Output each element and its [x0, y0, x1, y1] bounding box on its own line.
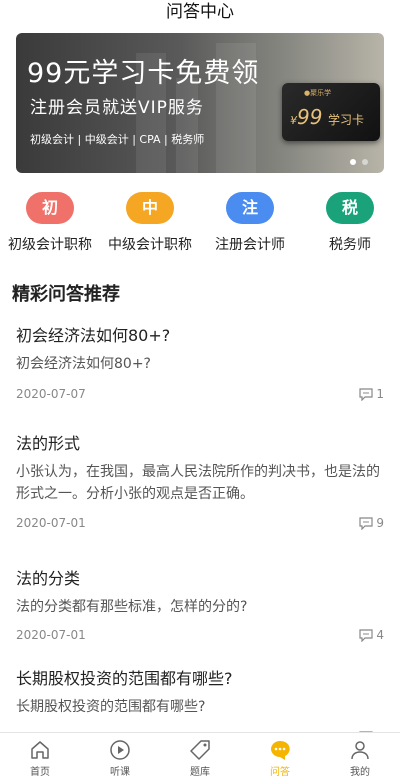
tab-qa[interactable]: 问答 [240, 733, 320, 782]
category-nav: 初 初级会计职称 中 中级会计职称 注 注册会计师 税 税务师 [0, 192, 400, 254]
question-date: 2020-07-07 [16, 387, 86, 401]
chat-icon [271, 740, 290, 760]
comment-icon [359, 516, 373, 530]
category-badge-icon: 税 [326, 192, 374, 224]
category-badge-icon: 中 [126, 192, 174, 224]
tab-home[interactable]: 首页 [0, 733, 80, 782]
tag-icon [190, 740, 210, 760]
comment-icon [359, 387, 373, 401]
tab-question-bank[interactable]: 题库 [160, 733, 240, 782]
question-item[interactable]: 初会经济法如何80+? 初会经济法如何80+? 2020-07-07 1 [0, 325, 400, 433]
question-desc: 法的分类都有那些标准，怎样的分的? [16, 599, 248, 615]
category-item-junior[interactable]: 初 初级会计职称 [0, 192, 100, 254]
tab-label: 我的 [350, 767, 370, 778]
bottom-tab-bar: 首页 听课 题库 问答 我的 [0, 732, 400, 782]
tab-label: 题库 [190, 767, 210, 778]
card-label: 学习卡 [328, 113, 365, 127]
tab-profile[interactable]: 我的 [320, 733, 400, 782]
banner-tags: 初级会计 | 中级会计 | CPA | 税务师 [30, 133, 205, 146]
banner-title: 99元学习卡免费领 [27, 58, 260, 89]
category-item-intermediate[interactable]: 中 中级会计职称 [100, 192, 200, 254]
question-title: 法的形式 [16, 434, 81, 453]
question-desc: 小张认为，在我国，最高人民法院所作的判决书，也是法的形式之一。分析小张的观点是否… [16, 464, 380, 502]
card-price: ¥99 [290, 105, 322, 129]
card-price-value: 99 [297, 105, 323, 129]
answer-count: 1 [359, 387, 384, 401]
tab-courses[interactable]: 听课 [80, 733, 160, 782]
question-date: 2020-07-01 [16, 516, 86, 530]
question-date: 2020-07-01 [16, 628, 86, 642]
tab-label: 听课 [110, 767, 130, 778]
study-card-image: ●聚乐学 ¥99 学习卡 [282, 83, 380, 141]
answer-count: 4 [359, 628, 384, 642]
question-item[interactable]: 法的分类 法的分类都有那些标准，怎样的分的? 2020-07-01 4 [0, 568, 400, 668]
tab-label: 首页 [30, 767, 50, 778]
card-brand: ●聚乐学 [304, 89, 332, 97]
question-list: 初会经济法如何80+? 初会经济法如何80+? 2020-07-07 1 法的形… [0, 325, 400, 748]
page-title: 问答中心 [166, 2, 234, 22]
answer-count-value: 9 [376, 516, 384, 530]
category-item-tax[interactable]: 税 税务师 [300, 192, 400, 254]
question-desc: 长期股权投资的范围都有哪些? [16, 699, 206, 715]
category-badge-icon: 注 [226, 192, 274, 224]
card-price-symbol: ¥ [290, 114, 297, 127]
banner-subtitle: 注册会员就送VIP服务 [30, 98, 204, 118]
answer-count: 9 [359, 516, 384, 530]
category-label: 初级会计职称 [8, 237, 92, 253]
comment-icon [359, 628, 373, 642]
question-title: 法的分类 [16, 569, 81, 588]
category-label: 注册会计师 [215, 237, 285, 253]
category-item-cpa[interactable]: 注 注册会计师 [200, 192, 300, 254]
tab-label: 问答 [270, 767, 290, 778]
carousel-dot[interactable] [362, 159, 368, 165]
answer-count-value: 4 [376, 628, 384, 642]
category-label: 中级会计职称 [108, 237, 192, 253]
promo-banner[interactable]: 99元学习卡免费领 注册会员就送VIP服务 初级会计 | 中级会计 | CPA … [16, 33, 384, 173]
home-icon [31, 741, 49, 759]
play-icon [110, 740, 130, 760]
carousel-indicator [350, 159, 368, 165]
answer-count-value: 1 [376, 387, 384, 401]
user-icon [351, 741, 369, 760]
category-badge-icon: 初 [26, 192, 74, 224]
category-label: 税务师 [329, 237, 371, 253]
question-desc: 初会经济法如何80+? [16, 356, 151, 372]
carousel-dot[interactable] [350, 159, 356, 165]
section-title: 精彩问答推荐 [12, 284, 120, 305]
question-item[interactable]: 法的形式 小张认为，在我国，最高人民法院所作的判决书，也是法的形式之一。分析小张… [0, 433, 400, 568]
question-title: 初会经济法如何80+? [16, 326, 171, 345]
question-title: 长期股权投资的范围都有哪些? [16, 669, 233, 688]
